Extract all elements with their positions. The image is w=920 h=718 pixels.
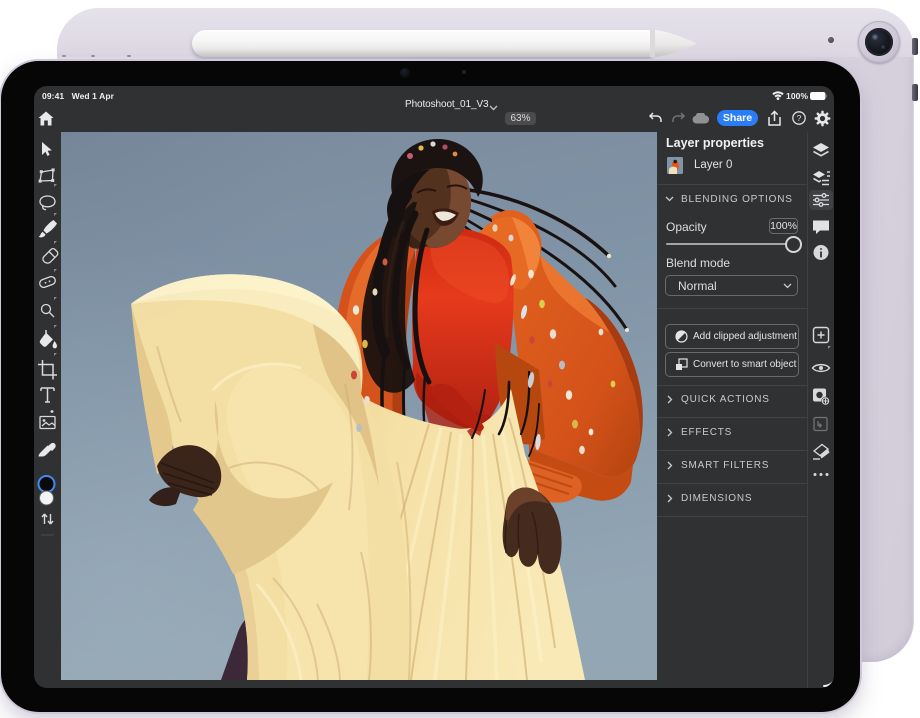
svg-text:?: ? (797, 113, 802, 123)
